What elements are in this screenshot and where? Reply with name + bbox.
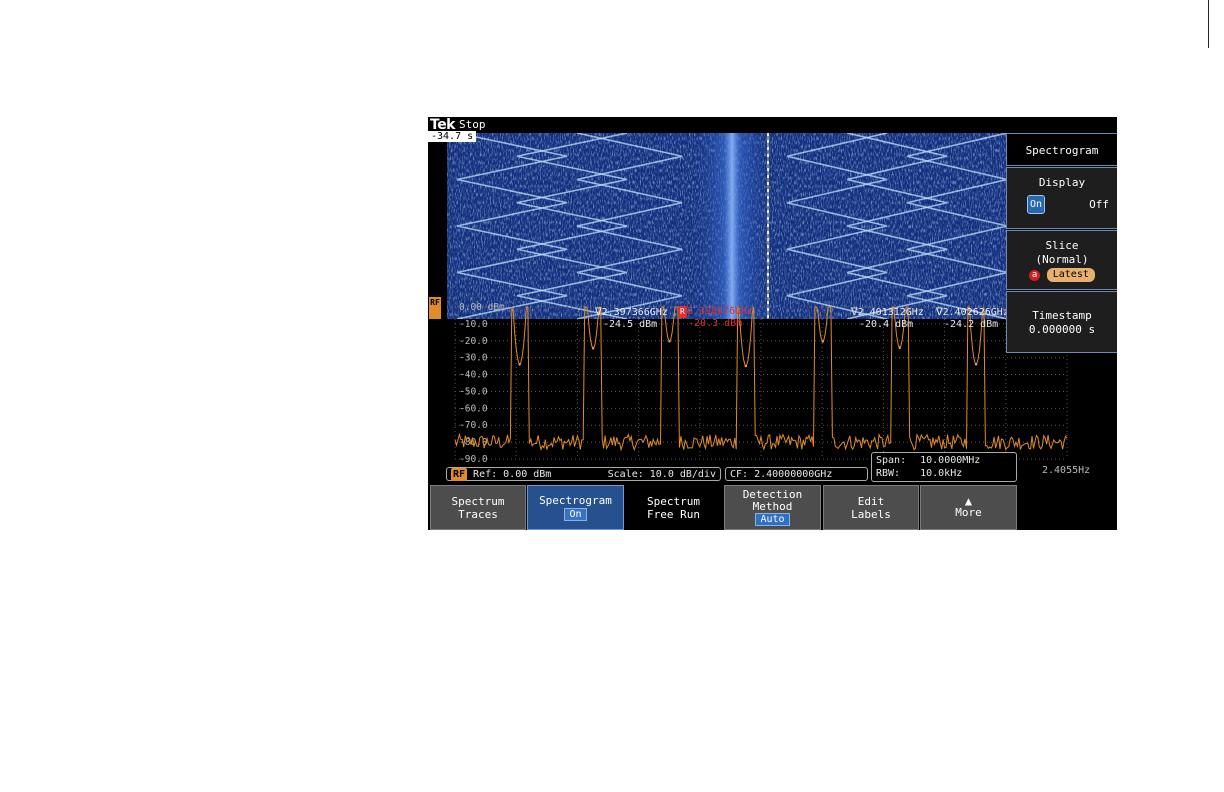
spectrogram-time-readout: -34.7 s: [428, 131, 477, 142]
scale-readout: Scale: 10.0 dB/div: [607, 468, 716, 480]
marker-triangle-icon: ∇: [851, 305, 858, 318]
y-tick-label: -40.0: [459, 370, 488, 381]
spectrum-traces-line1: Spectrum: [451, 494, 505, 508]
rf-channel-label: RF: [430, 298, 440, 307]
side-menu-title: Spectrogram: [1006, 133, 1117, 166]
edit-labels-button[interactable]: Edit Labels: [823, 485, 919, 530]
marker-4-freq: 2.402626GHz: [942, 307, 1009, 318]
span-label: Span:: [876, 455, 907, 466]
free-run-line1: Spectrum: [647, 494, 700, 508]
timestamp-value: 0.000000 s: [1028, 323, 1096, 336]
y-tick-label: -30.0: [459, 353, 488, 364]
marker-4-amp: -24.2 dBm: [944, 319, 999, 330]
span-value: 10.0000MHz: [920, 455, 981, 466]
spectrum-free-run-button[interactable]: Spectrum Free Run: [625, 485, 722, 530]
detection-method-line2: Method: [752, 500, 793, 513]
spectrogram-center-band: [692, 133, 772, 319]
marker-3-amp: -20.4 dBm: [859, 319, 914, 330]
peak-point: [898, 346, 901, 350]
peak-point: [668, 340, 671, 343]
slice-button[interactable]: Slice (Normal) a Latest: [1006, 230, 1117, 290]
side-menu-title-text: Spectrogram: [1025, 144, 1099, 157]
ref-scale-readout[interactable]: RF Ref: 0.00 dBm Scale: 10.0 dB/div: [446, 467, 721, 481]
marker-reference[interactable]: R 2.398676GHz -20.3 dBm: [678, 306, 753, 330]
more-button[interactable]: ▲ More: [920, 485, 1017, 530]
peak-point: [591, 347, 595, 350]
reference-flag-icon: R: [678, 306, 687, 318]
display-on-option[interactable]: On: [1027, 195, 1046, 214]
oscilloscope-screen: Tek Stop -34.7 s RF 0.00 dBm -10.0-20.0 …: [428, 117, 1117, 530]
timestamp-label: Timestamp: [1032, 309, 1092, 322]
edit-labels-line1: Edit: [857, 494, 885, 508]
spectrogram-display: [447, 133, 1007, 319]
marker-3[interactable]: ∇2.401312GHz -20.4 dBm: [851, 306, 924, 331]
display-label: Display: [1038, 176, 1086, 189]
peak-point: [518, 363, 521, 366]
page-rule: [0, 0, 1209, 48]
marker-1[interactable]: ∇2.397366GHz -24.5 dBm: [595, 306, 668, 331]
y-tick-label: -90.0: [459, 454, 488, 465]
y-tick-label: -10.0: [459, 319, 488, 330]
y-tick-label: -70.0: [459, 420, 488, 431]
marker-3-freq: 2.401312GHz: [857, 307, 924, 318]
peak-point: [974, 363, 978, 366]
edit-labels-line2: Labels: [851, 507, 891, 521]
marker-triangle-icon: ∇: [936, 305, 943, 318]
spectrogram-state-badge: On: [564, 508, 587, 521]
peak-point: [821, 340, 824, 343]
marker-1-amp: -24.5 dBm: [603, 319, 658, 330]
rbw-value: 10.0kHz: [920, 468, 963, 479]
spectrum-traces-line2: Traces: [458, 507, 498, 521]
y-tick-label: -50.0: [459, 386, 488, 397]
y-tick-label: -60.0: [459, 403, 488, 414]
slice-mode: (Normal): [1035, 253, 1089, 266]
span-rbw-readout[interactable]: Span: 10.0000MHz RBW: 10.0kHz: [871, 452, 1017, 482]
free-run-line2: Free Run: [647, 507, 700, 521]
ref-level-readout: Ref: 0.00 dBm: [473, 468, 552, 480]
display-off-option[interactable]: Off: [1089, 198, 1109, 211]
rf-channel-badge: RF: [429, 297, 441, 319]
marker-4[interactable]: ∇2.402626GHz -24.2 dBm: [936, 306, 1009, 331]
chevron-up-icon: ▲: [964, 494, 973, 508]
spectrogram-button[interactable]: Spectrogram On: [527, 485, 624, 530]
stop-frequency-label: 2.4055Hz: [1042, 465, 1091, 476]
peak-point: [744, 364, 748, 368]
ref-rf-tag: RF: [451, 467, 468, 481]
marker-ref-freq: 2.398676GHz: [686, 306, 754, 317]
rbw-label: RBW:: [876, 468, 901, 479]
slice-label: Slice: [1045, 239, 1079, 252]
y-tick-label: 0.00 dBm: [459, 303, 505, 313]
slice-value: Latest: [1046, 268, 1095, 282]
marker-triangle-icon: ∇: [595, 305, 602, 318]
acquisition-status: Stop: [459, 118, 486, 131]
detection-method-button[interactable]: Detection Method Auto: [724, 485, 821, 530]
y-tick-label: -20.0: [459, 336, 488, 347]
spectrogram-label: Spectrogram: [539, 494, 612, 507]
timestamp-button[interactable]: Timestamp 0.000000 s: [1006, 291, 1117, 353]
display-toggle-button[interactable]: Display On Off: [1006, 167, 1117, 229]
marker-1-freq: 2.397366GHz: [601, 307, 668, 318]
center-frequency-readout[interactable]: CF: 2.40000000GHz: [725, 467, 868, 481]
cf-value: CF: 2.40000000GHz: [730, 469, 833, 480]
spectrum-traces-button[interactable]: Spectrum Traces: [430, 485, 526, 530]
detection-method-value: Auto: [755, 513, 790, 526]
more-label: More: [955, 506, 982, 519]
marker-ref-amp: -20.3 dBm: [688, 318, 743, 329]
multipurpose-knob-a-icon: a: [1029, 270, 1041, 281]
